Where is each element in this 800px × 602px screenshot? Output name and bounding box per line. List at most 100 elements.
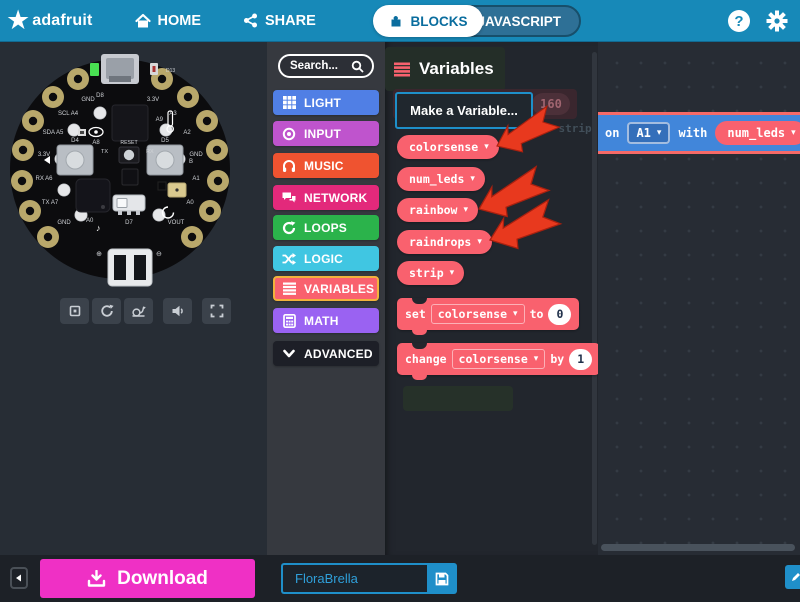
dropdown-caret-icon: ▾ <box>463 205 468 215</box>
svg-text:D4: D4 <box>71 138 79 144</box>
flyout-header: Variables <box>394 59 494 79</box>
pin-dropdown[interactable]: A1 ▾ <box>627 122 670 144</box>
value-input[interactable]: 0 <box>548 304 571 325</box>
home-button[interactable]: HOME <box>135 13 202 29</box>
svg-text:D13: D13 <box>166 68 175 74</box>
svg-text:RX: RX <box>146 149 154 155</box>
sim-stop-button[interactable] <box>60 298 89 324</box>
help-button[interactable]: ? <box>728 10 750 32</box>
toolbox-category-light[interactable]: LIGHT <box>273 90 379 115</box>
share-button[interactable]: SHARE <box>243 13 316 29</box>
toolbox-category-logic[interactable]: LOGIC <box>273 246 379 271</box>
variable-pill-strip[interactable]: strip ▾ <box>397 261 464 285</box>
chevron-down-icon <box>282 347 296 361</box>
download-label: Download <box>117 568 208 590</box>
svg-text:RX A6: RX A6 <box>35 176 53 182</box>
variable-pill-rainbow[interactable]: rainbow ▾ <box>397 198 478 222</box>
toolbox-category-input[interactable]: INPUT <box>273 121 379 146</box>
circuit-playground-board: GND SCL A4 SDA A5 3.3V RX A6 TX A7 GND 3… <box>0 49 240 299</box>
save-project-button[interactable] <box>427 563 457 594</box>
value-input[interactable]: 1 <box>569 349 592 370</box>
workspace-horizontal-scrollbar[interactable] <box>601 544 795 551</box>
home-icon <box>135 13 151 28</box>
variable-pill-colorsense[interactable]: colorsense ▾ <box>397 135 499 159</box>
variable-pill-raindrops[interactable]: raindrops ▾ <box>397 230 492 254</box>
flyout-title: Variables <box>419 59 494 79</box>
edit-button-cut-off[interactable] <box>785 565 800 589</box>
download-button[interactable]: Download <box>40 559 255 598</box>
category-label: LOOPS <box>304 221 347 235</box>
simulator-panel: GND SCL A4 SDA A5 3.3V RX A6 TX A7 GND 3… <box>0 42 267 555</box>
make-variable-label: Make a Variable... <box>410 103 518 118</box>
sim-slow-mo-button[interactable] <box>124 298 153 324</box>
variables-flyout: 160 ato strip Variables Make a Variable.… <box>385 42 598 555</box>
category-label: LOGIC <box>304 252 343 266</box>
puzzle-icon <box>389 14 404 28</box>
make-variable-button[interactable]: Make a Variable... <box>395 92 533 129</box>
svg-text:A3: A3 <box>169 111 177 117</box>
change-variable-block[interactable]: change colorsense ▾ by 1 <box>397 343 598 375</box>
category-label: INPUT <box>304 127 341 141</box>
svg-text:3.3V: 3.3V <box>147 97 159 103</box>
variable-pill-num-leds[interactable]: num_leds ▾ <box>715 121 800 145</box>
svg-text:GND: GND <box>81 97 95 103</box>
ghost-value: 160 <box>532 93 570 115</box>
svg-text:RESET: RESET <box>120 140 138 146</box>
toolbox-category-math[interactable]: MATH <box>273 308 379 333</box>
reset-button[interactable]: RESET <box>119 140 139 163</box>
search-icon <box>351 60 364 73</box>
search-input[interactable] <box>288 59 351 73</box>
svg-text:SDA A5: SDA A5 <box>43 130 64 136</box>
tab-blocks-label: BLOCKS <box>411 14 468 29</box>
dropdown-caret-icon: ▾ <box>791 128 796 138</box>
brand-name: adafruit <box>32 12 92 30</box>
grid-icon <box>282 96 296 110</box>
project-name-input[interactable] <box>281 563 427 594</box>
project-name-group <box>281 563 457 594</box>
variable-dropdown[interactable]: colorsense ▾ <box>452 349 546 369</box>
settings-button[interactable] <box>766 10 788 32</box>
toolbox-category-variables[interactable]: VARIABLES <box>273 276 379 301</box>
adafruit-logo[interactable]: ★ adafruit <box>6 7 93 34</box>
collapse-simulator-button[interactable] <box>10 567 28 589</box>
variable-dropdown[interactable]: colorsense ▾ <box>431 304 525 324</box>
dropdown-caret-icon: ▾ <box>513 309 518 319</box>
create-strip-block[interactable]: on A1 ▾ with num_leds ▾ pix <box>598 112 800 154</box>
makecode-app: ★ adafruit HOME SHARE { } JAVASCRIPT <box>0 0 800 602</box>
tab-javascript-label: JAVASCRIPT <box>477 14 561 29</box>
collapse-left-icon <box>14 573 24 583</box>
usb-connector <box>101 54 139 84</box>
block-keyword: to <box>530 307 544 321</box>
block-keyword: by <box>550 352 564 366</box>
svg-text:3.3V: 3.3V <box>38 152 50 158</box>
variables-icon <box>282 282 296 296</box>
tab-blocks[interactable]: BLOCKS <box>373 5 483 37</box>
variable-name: raindrops <box>409 235 471 249</box>
main-chip <box>112 105 148 141</box>
toolbox: LIGHT INPUT MUSIC NETWORK LOOPS <box>267 42 385 555</box>
blocks-workspace[interactable]: on A1 ▾ with num_leds ▾ pix <box>598 42 800 555</box>
category-label: NETWORK <box>304 191 367 205</box>
toolbox-category-loops[interactable]: LOOPS <box>273 215 379 240</box>
accelerometer <box>122 169 138 185</box>
svg-text:TX A7: TX A7 <box>42 200 59 206</box>
variable-pill-num-leds[interactable]: num_leds ▾ <box>397 167 485 191</box>
variable-name: strip <box>409 266 444 280</box>
toolbox-category-network[interactable]: NETWORK <box>273 185 379 210</box>
toolbox-category-music[interactable]: MUSIC <box>273 153 379 178</box>
sim-fullscreen-button[interactable] <box>202 298 231 324</box>
toolbox-category-advanced[interactable]: ADVANCED <box>273 341 379 366</box>
block-keyword: with <box>678 126 707 140</box>
svg-text:A2: A2 <box>183 130 191 136</box>
flyout-scrollbar[interactable] <box>592 52 597 545</box>
ghost-text: ato strip <box>532 122 592 135</box>
set-variable-block[interactable]: set colorsense ▾ to 0 <box>397 298 579 330</box>
red-arrow-raindrops <box>484 199 563 257</box>
toolbox-search[interactable] <box>278 54 374 78</box>
sim-sound-button[interactable] <box>163 298 192 324</box>
sim-restart-button[interactable] <box>92 298 121 324</box>
share-label: SHARE <box>265 13 316 29</box>
variables-icon <box>394 62 410 77</box>
dropdown-caret-icon: ▾ <box>450 268 455 278</box>
category-label: MATH <box>304 314 339 328</box>
